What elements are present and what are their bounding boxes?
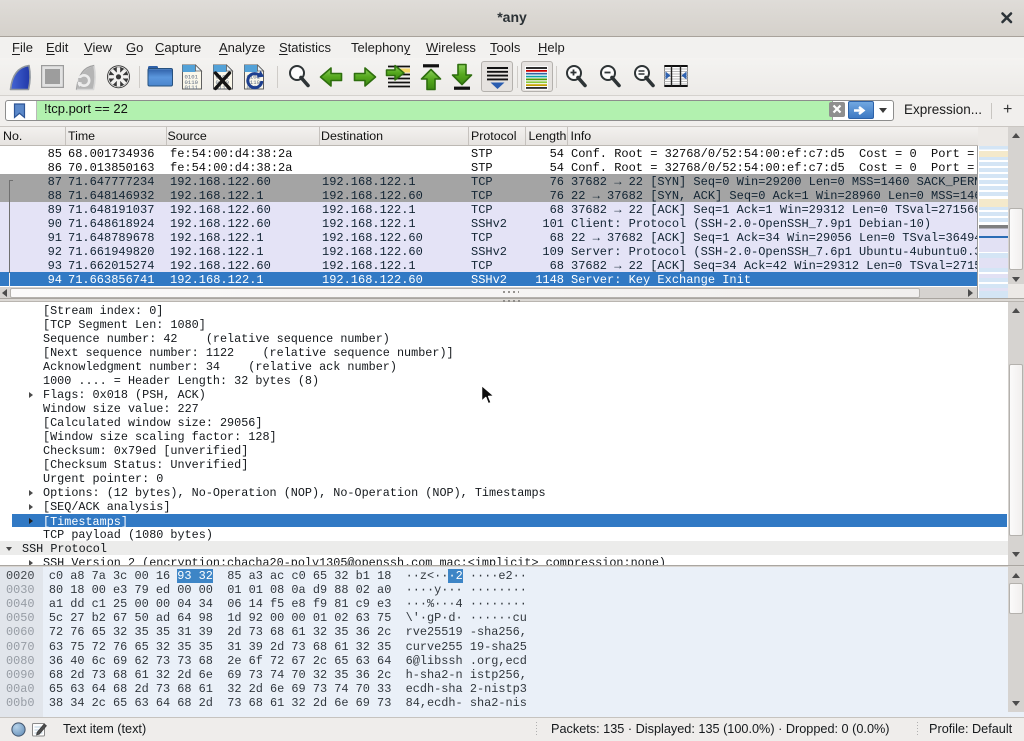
svg-text:0111: 0111 [185, 84, 199, 91]
